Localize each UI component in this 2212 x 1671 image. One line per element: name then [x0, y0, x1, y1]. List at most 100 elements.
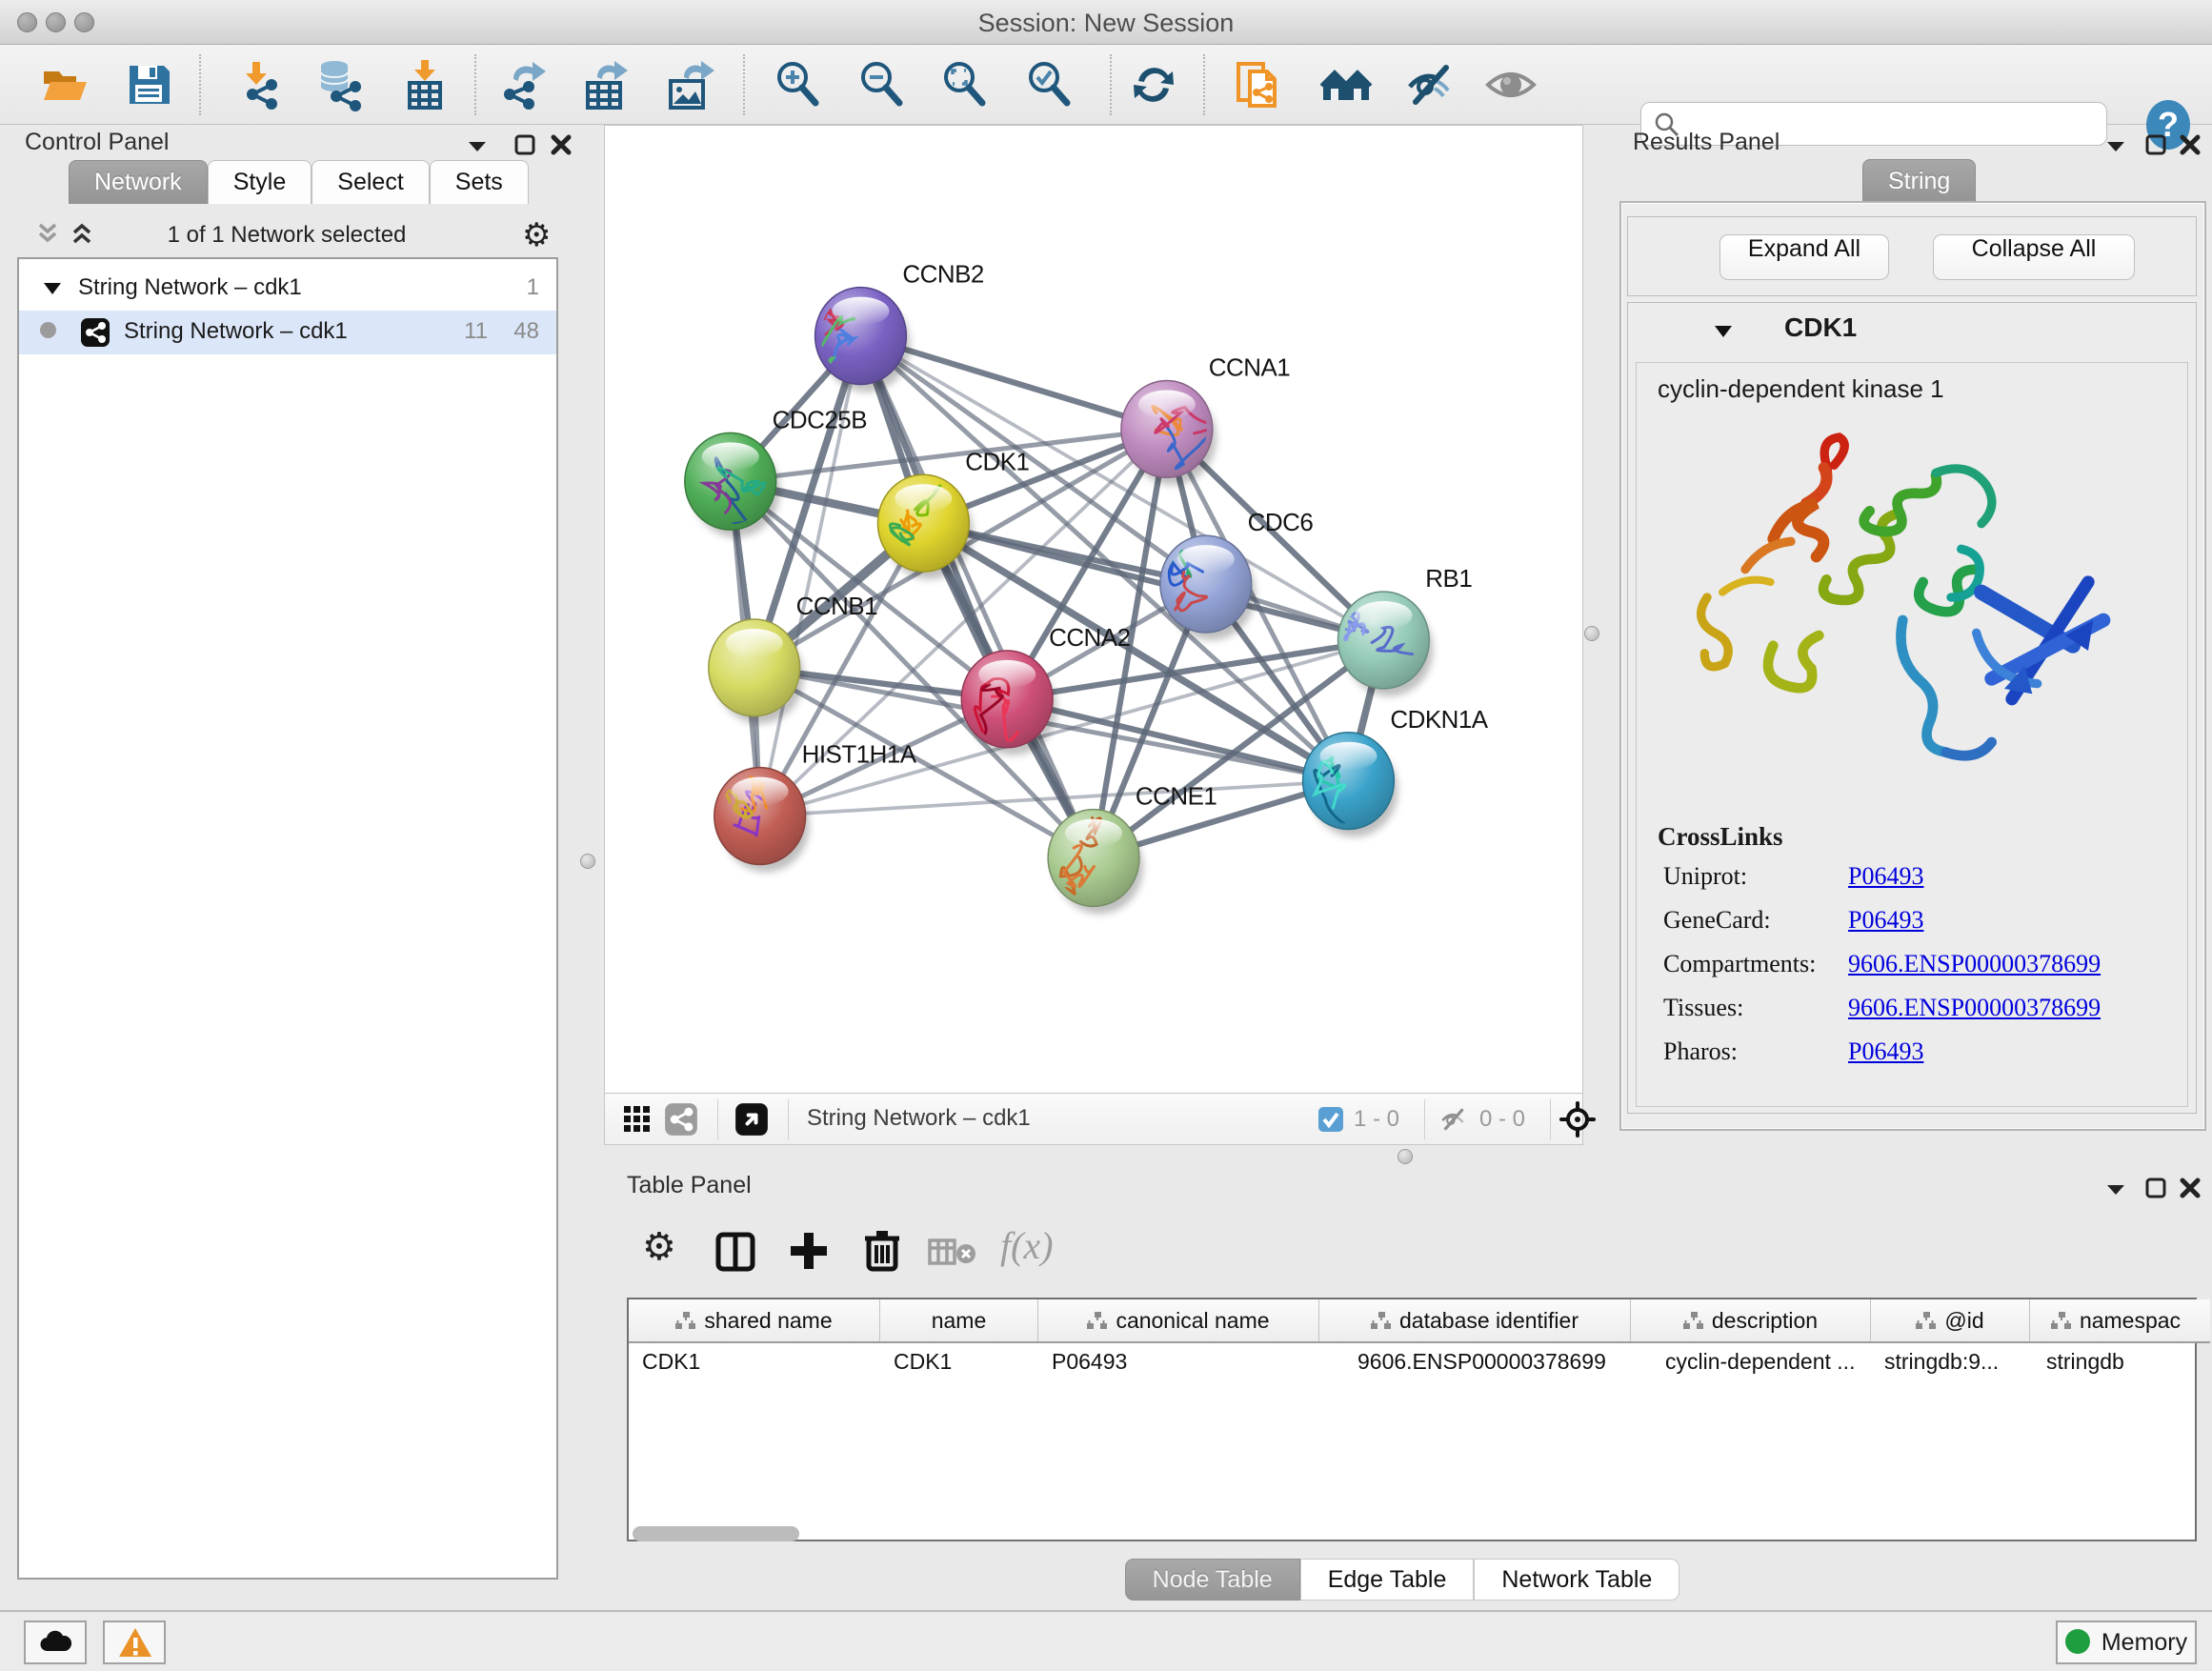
horizontal-scrollbar-thumb[interactable]	[633, 1526, 799, 1541]
tab-string[interactable]: String	[1862, 159, 1976, 203]
float-panel-icon[interactable]	[513, 132, 537, 157]
string-home-icon[interactable]	[1319, 58, 1373, 111]
tab-select[interactable]: Select	[312, 160, 429, 204]
network-node-CDKN1A[interactable]: CDKN1A	[1303, 707, 1489, 849]
open-file-button[interactable]	[38, 58, 91, 111]
column-header[interactable]: @id	[1871, 1299, 2030, 1341]
add-column-icon[interactable]	[787, 1229, 831, 1273]
cloud-status-button[interactable]	[24, 1621, 87, 1664]
column-header[interactable]: shared name	[629, 1299, 880, 1341]
export-table-button[interactable]	[578, 58, 632, 111]
window-title: Session: New Session	[0, 9, 2212, 38]
float-panel-icon[interactable]	[2143, 1176, 2168, 1200]
close-panel-icon[interactable]	[2178, 1176, 2202, 1200]
node-label-CDC6: CDC6	[1248, 510, 1314, 536]
network-node-count: 11	[464, 318, 488, 345]
column-header[interactable]: description	[1631, 1299, 1871, 1341]
title-bar: Session: New Session	[0, 0, 2212, 45]
column-header[interactable]: namespac	[2030, 1299, 2202, 1341]
show-columns-icon[interactable]	[714, 1231, 756, 1273]
hidden-eye-slash-icon	[1438, 1105, 1468, 1134]
warnings-button[interactable]	[103, 1621, 166, 1664]
gene-section: CDK1 cyclin-dependent kinase 1	[1627, 302, 2197, 1114]
node-table[interactable]: shared name name canonical name database…	[627, 1298, 2197, 1541]
import-network-from-database-button[interactable]	[312, 58, 365, 111]
tissues-link[interactable]: 9606.ENSP00000378699	[1848, 994, 2101, 1022]
left-splitter-handle[interactable]	[580, 854, 595, 869]
tab-network[interactable]: Network	[69, 160, 208, 204]
gene-details: cyclin-dependent kinase 1	[1636, 362, 2188, 1107]
column-type-icon	[1916, 1312, 1937, 1331]
column-header[interactable]: database identifier	[1319, 1299, 1631, 1341]
tab-edge-table[interactable]: Edge Table	[1300, 1559, 1475, 1601]
tab-node-table[interactable]: Node Table	[1125, 1559, 1300, 1601]
export-network-button[interactable]	[496, 58, 550, 111]
tab-style[interactable]: Style	[208, 160, 312, 204]
birdseye-view-icon[interactable]	[734, 1102, 769, 1137]
crosslink-label: GeneCard:	[1663, 906, 1771, 935]
import-network-from-file-button[interactable]	[231, 58, 285, 111]
column-header[interactable]: name	[880, 1299, 1038, 1341]
network-node-RB1[interactable]: RB1	[1331, 566, 1472, 696]
zoom-selected-button[interactable]	[1023, 58, 1076, 111]
expand-all-button[interactable]: Expand All	[1719, 234, 1889, 280]
tree-expander-icon[interactable]	[42, 280, 63, 297]
network-label: String Network – cdk1	[124, 318, 348, 345]
panel-menu-icon[interactable]	[2103, 136, 2128, 155]
grid-view-icon[interactable]	[622, 1104, 653, 1135]
network-edge-count: 48	[513, 318, 539, 345]
float-panel-icon[interactable]	[2143, 132, 2168, 157]
close-panel-icon[interactable]	[2178, 132, 2202, 157]
network-options-gear-icon[interactable]: ⚙	[522, 216, 551, 254]
network-node-CDK1[interactable]: CDK1	[877, 449, 1029, 579]
network-view-icon[interactable]	[664, 1102, 698, 1137]
network-node-CCNB2[interactable]: CCNB2	[814, 262, 984, 393]
gene-name: CDK1	[1784, 312, 1857, 343]
uniprot-link[interactable]: P06493	[1848, 862, 1923, 891]
network-node-CDC6[interactable]: CDC6	[1157, 510, 1313, 640]
network-node-CCNE1[interactable]: CCNE1	[1048, 784, 1217, 915]
section-collapse-icon[interactable]	[1712, 322, 1735, 341]
table-options-gear-icon[interactable]: ⚙	[642, 1225, 676, 1269]
crosshair-icon[interactable]	[1559, 1101, 1596, 1137]
node-label-RB1: RB1	[1425, 566, 1472, 593]
selected-checkbox-icon[interactable]	[1317, 1106, 1344, 1133]
network-row-selected[interactable]: String Network – cdk1 11 48	[19, 311, 556, 354]
compartments-link[interactable]: 9606.ENSP00000378699	[1848, 950, 2101, 978]
tab-sets[interactable]: Sets	[430, 160, 529, 204]
zoom-fit-button[interactable]	[938, 58, 992, 111]
pharos-link[interactable]: P06493	[1848, 1037, 1923, 1066]
node-label-HIST1H1A: HIST1H1A	[802, 742, 917, 769]
network-collection-row[interactable]: String Network – cdk1 1	[19, 267, 556, 311]
network-view-canvas[interactable]: CCNB2CCNA1CDC25BCDK1CDC6RB1CCNB1CCNA2CDK…	[604, 125, 1583, 1094]
tab-network-table[interactable]: Network Table	[1474, 1559, 1679, 1601]
node-label-CCNA1: CCNA1	[1209, 354, 1290, 381]
refresh-button[interactable]	[1127, 58, 1180, 111]
show-all-eye-icon[interactable]	[1484, 58, 1538, 111]
toolbar-separator	[1110, 54, 1112, 115]
crosslink-row: Compartments: 9606.ENSP00000378699	[1637, 950, 2189, 994]
memory-button[interactable]: Memory	[2056, 1621, 2197, 1664]
delete-column-icon[interactable]	[861, 1227, 903, 1273]
zoom-in-button[interactable]	[772, 58, 825, 111]
import-table-from-file-button[interactable]	[398, 58, 452, 111]
toolbar-separator	[1424, 1099, 1425, 1139]
export-image-button[interactable]	[663, 58, 716, 111]
column-header[interactable]: canonical name	[1038, 1299, 1319, 1341]
panel-menu-icon[interactable]	[2103, 1179, 2128, 1198]
save-session-button[interactable]	[122, 58, 175, 111]
collapse-all-button[interactable]: Collapse All	[1933, 234, 2135, 280]
collection-label: String Network – cdk1	[78, 274, 302, 301]
panel-menu-icon[interactable]	[465, 136, 490, 155]
control-panel-tabs: NetworkStyleSelectSets	[69, 160, 529, 204]
network-node-CCNB1[interactable]: CCNB1	[709, 594, 877, 724]
hide-selected-eye-slash-icon[interactable]	[1402, 58, 1456, 111]
cloud-icon	[38, 1628, 72, 1655]
network-node-CCNA1[interactable]: CCNA1	[1121, 354, 1290, 485]
genecard-link[interactable]: P06493	[1848, 906, 1923, 935]
node-label-CDC25B: CDC25B	[773, 407, 867, 433]
zoom-out-button[interactable]	[855, 58, 909, 111]
protein-structure-image	[1684, 430, 2142, 811]
close-panel-icon[interactable]	[549, 132, 573, 157]
clone-network-button[interactable]	[1233, 58, 1286, 111]
